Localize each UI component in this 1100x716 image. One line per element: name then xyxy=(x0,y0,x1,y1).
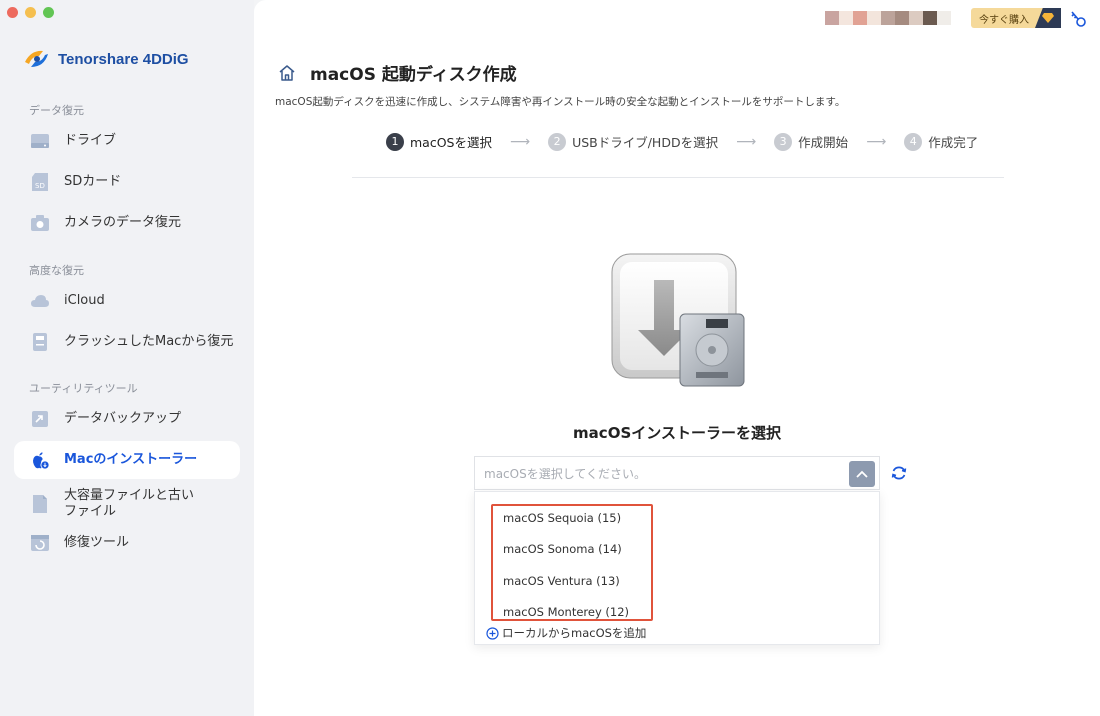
window-controls xyxy=(7,7,54,18)
dropdown-options-viewport: macOS Sequoia (15) macOS Sonoma (14) mac… xyxy=(475,492,881,619)
step-label: 作成完了 xyxy=(928,135,979,150)
sidebar-item-data-backup[interactable]: データバックアップ xyxy=(14,400,240,438)
sidebar-item-label: iCloud xyxy=(64,293,105,308)
sd-card-icon: SD xyxy=(30,172,50,192)
sidebar-item-drive[interactable]: ドライブ xyxy=(14,122,240,160)
option-macos-ventura[interactable]: macOS Ventura (13) xyxy=(503,574,620,588)
repair-icon xyxy=(30,533,50,553)
step-label: USBドライブ/HDDを選択 xyxy=(572,135,719,150)
crashed-mac-icon xyxy=(30,332,50,352)
step-start-creation: 3 作成開始 xyxy=(774,132,848,151)
key-icon[interactable] xyxy=(1068,8,1088,28)
large-file-icon xyxy=(30,494,50,514)
divider xyxy=(352,177,1004,178)
sidebar-item-sd-card[interactable]: SD SDカード xyxy=(14,163,240,201)
cloud-icon xyxy=(30,291,50,311)
buy-now-label: 今すぐ購入 xyxy=(979,14,1029,26)
arrow-right-icon: ⟶ xyxy=(736,133,757,150)
page-header: macOS 起動ディスク作成 xyxy=(278,60,517,85)
macos-dropdown-menu: macOS Sequoia (15) macOS Sonoma (14) mac… xyxy=(474,491,880,645)
svg-text:SD: SD xyxy=(35,182,45,190)
home-icon[interactable] xyxy=(278,64,296,82)
backup-icon xyxy=(30,409,50,429)
sidebar-item-icloud[interactable]: iCloud xyxy=(14,282,240,320)
step-number: 1 xyxy=(386,132,404,151)
step-number: 4 xyxy=(904,132,923,151)
sidebar-item-mac-installer[interactable]: Macのインストーラー xyxy=(14,441,240,479)
step-select-macos: 1 macOSを選択 xyxy=(386,132,492,151)
plus-circle-icon xyxy=(486,626,499,640)
refresh-icon[interactable] xyxy=(890,464,908,482)
sidebar-item-label: Macのインストーラー xyxy=(64,452,198,467)
drive-icon xyxy=(30,131,50,151)
option-macos-monterey[interactable]: macOS Monterey (12) xyxy=(503,605,629,619)
sidebar-item-label: 大容量ファイルと古い ファイル xyxy=(64,488,195,519)
tenorshare-logo-icon xyxy=(25,50,48,67)
app-name: Tenorshare 4DDiG xyxy=(58,50,189,68)
app-logo: Tenorshare 4DDiG xyxy=(22,45,189,73)
option-macos-sonoma[interactable]: macOS Sonoma (14) xyxy=(503,542,622,556)
sidebar-item-label: 修復ツール xyxy=(64,535,130,550)
arrow-right-icon: ⟶ xyxy=(509,133,531,150)
main-panel: 今すぐ購入 macOS 起動ディスク作成 macOS起動ディスクを迅速に作成し、… xyxy=(254,0,1100,716)
option-macos-sequoia[interactable]: macOS Sequoia (15) xyxy=(503,511,621,525)
buy-now-button[interactable]: 今すぐ購入 xyxy=(971,8,1061,28)
macos-select[interactable]: macOSを選択してください。 xyxy=(474,456,880,490)
sidebar-item-label: SDカード xyxy=(64,174,122,189)
apple-installer-icon xyxy=(30,450,50,470)
step-indicator: 1 macOSを選択 ⟶ 2 USBドライブ/HDDを選択 ⟶ 3 作成開始 ⟶… xyxy=(386,132,978,151)
sidebar-item-large-old-files[interactable]: 大容量ファイルと古い ファイル xyxy=(14,482,240,526)
disk-installer-icon xyxy=(611,253,745,387)
section-label-advanced-recovery: 高度な復元 xyxy=(29,264,84,277)
page-title: macOS 起動ディスク作成 xyxy=(310,65,517,85)
zoom-window-button[interactable] xyxy=(43,7,54,18)
minimize-window-button[interactable] xyxy=(25,7,36,18)
chevron-up-icon[interactable] xyxy=(849,461,875,487)
sidebar-item-label: データバックアップ xyxy=(64,411,182,426)
step-number: 3 xyxy=(774,132,793,151)
sidebar-item-label: ドライブ xyxy=(64,133,117,148)
camera-icon xyxy=(30,213,50,233)
step-label: macOSを選択 xyxy=(410,135,492,150)
color-swatches xyxy=(825,11,951,25)
step-label: 作成開始 xyxy=(798,135,849,150)
section-label-data-recovery: データ復元 xyxy=(29,104,84,117)
step-select-drive: 2 USBドライブ/HDDを選択 xyxy=(548,132,718,151)
page-subtitle: macOS起動ディスクを迅速に作成し、システム障害や再インストール時の安全な起動… xyxy=(275,96,846,108)
installer-select-title: macOSインストーラーを選択 xyxy=(573,424,781,442)
add-local-macos-button[interactable]: ローカルからmacOSを追加 xyxy=(486,625,646,641)
diamond-icon xyxy=(1035,8,1061,28)
arrow-right-icon: ⟶ xyxy=(866,133,887,150)
sidebar-item-repair-tools[interactable]: 修復ツール xyxy=(14,524,240,562)
sidebar: Tenorshare 4DDiG データ復元 ドライブ SD SDカード カメラ… xyxy=(0,0,254,716)
step-number: 2 xyxy=(548,132,567,151)
step-creation-complete: 4 作成完了 xyxy=(904,132,978,151)
add-local-label: ローカルからmacOSを追加 xyxy=(502,626,647,640)
close-window-button[interactable] xyxy=(7,7,18,18)
section-label-utility-tools: ユーティリティツール xyxy=(29,382,138,395)
macos-select-placeholder: macOSを選択してください。 xyxy=(484,466,646,481)
sidebar-item-crashed-mac[interactable]: クラッシュしたMacから復元 xyxy=(14,323,240,361)
sidebar-item-label: クラッシュしたMacから復元 xyxy=(64,334,234,349)
sidebar-item-camera[interactable]: カメラのデータ復元 xyxy=(14,204,240,242)
sidebar-item-label: カメラのデータ復元 xyxy=(64,215,182,230)
